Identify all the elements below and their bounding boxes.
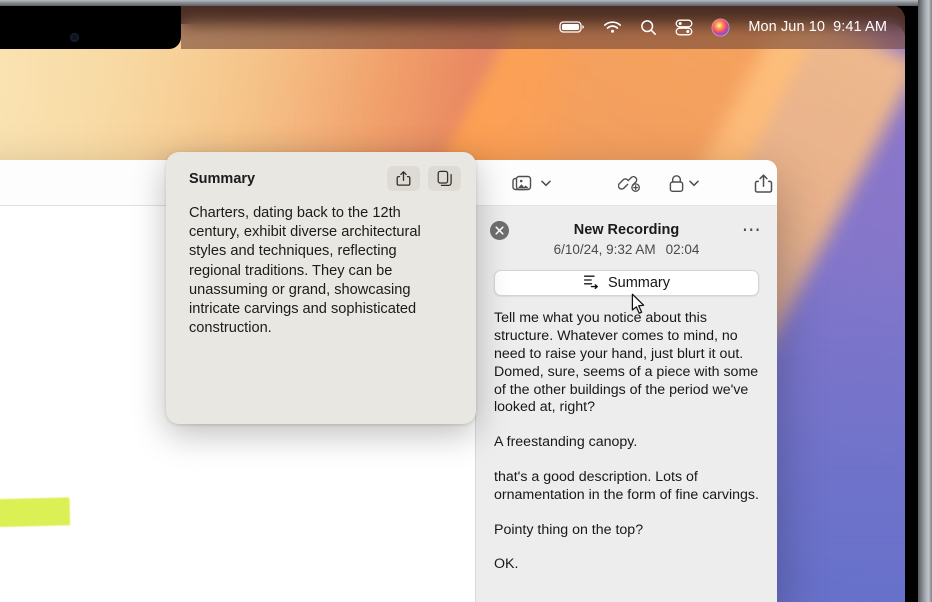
link-add-icon[interactable] — [613, 168, 647, 198]
transcript-paragraph: that's a good description. Lots of ornam… — [494, 468, 759, 503]
recording-duration: 02:04 — [665, 242, 700, 258]
share-icon[interactable] — [747, 168, 777, 198]
media-photos-icon[interactable] — [507, 168, 555, 198]
close-icon[interactable] — [490, 221, 509, 240]
display-notch — [0, 5, 181, 49]
transcript-paragraph: OK. — [494, 556, 519, 573]
popover-actions — [387, 166, 461, 191]
lock-icon[interactable] — [661, 168, 705, 198]
popover-title: Summary — [189, 170, 256, 187]
summary-button-label: Summary — [607, 275, 671, 292]
summarize-icon — [583, 274, 600, 293]
wifi-icon[interactable] — [603, 20, 622, 34]
transcript-list: Tell me what you notice about this struc… — [476, 296, 777, 574]
popover-body: Charters, dating back to the 12th centur… — [189, 205, 421, 337]
more-options-button[interactable]: ⋯ — [741, 220, 763, 240]
siri-icon[interactable] — [711, 17, 730, 37]
recording-panel: ⋯ New Recording 6/10/24, 9:32 AM 02:04 S… — [475, 206, 777, 602]
recording-meta: 6/10/24, 9:32 AM 02:04 — [494, 242, 759, 257]
recording-header: ⋯ New Recording 6/10/24, 9:32 AM 02:04 — [476, 206, 777, 257]
chevron-down-icon[interactable] — [688, 180, 699, 187]
menubar-date: Mon Jun 10 — [748, 19, 826, 35]
laptop-bezel-top — [0, 0, 932, 6]
chevron-down-icon[interactable] — [540, 180, 551, 187]
menu-bar: Mon Jun 10 9:41 AM — [181, 5, 905, 49]
popover-header: Summary — [166, 152, 476, 191]
battery-icon[interactable] — [559, 20, 585, 34]
share-icon[interactable] — [387, 166, 420, 191]
copy-icon[interactable] — [428, 166, 461, 191]
recording-title: New Recording — [573, 222, 680, 238]
laptop-bezel-right — [918, 0, 932, 602]
summary-button[interactable]: Summary — [494, 270, 759, 297]
toolbar-right-group — [445, 160, 777, 206]
menubar-time: 9:41 AM — [833, 19, 887, 35]
transcript-paragraph: A freestanding canopy. — [494, 434, 638, 451]
transcript-paragraph: Pointy thing on the top? — [494, 521, 644, 538]
screen: Mon Jun 10 9:41 AM ⋯ New Recording 6/10/… — [0, 0, 932, 602]
search-icon[interactable] — [640, 19, 657, 36]
recording-date: 6/10/24, 9:32 AM — [553, 242, 656, 258]
summary-popover: Summary Charters, dating back to the 12t… — [166, 152, 476, 424]
transcript-paragraph: Tell me what you notice about this struc… — [494, 310, 759, 416]
green-highlight — [0, 497, 71, 540]
mouse-cursor — [631, 293, 647, 321]
camera-icon — [70, 33, 79, 42]
menubar-clock[interactable]: Mon Jun 10 9:41 AM — [748, 19, 887, 35]
control-center-icon[interactable] — [675, 19, 693, 36]
